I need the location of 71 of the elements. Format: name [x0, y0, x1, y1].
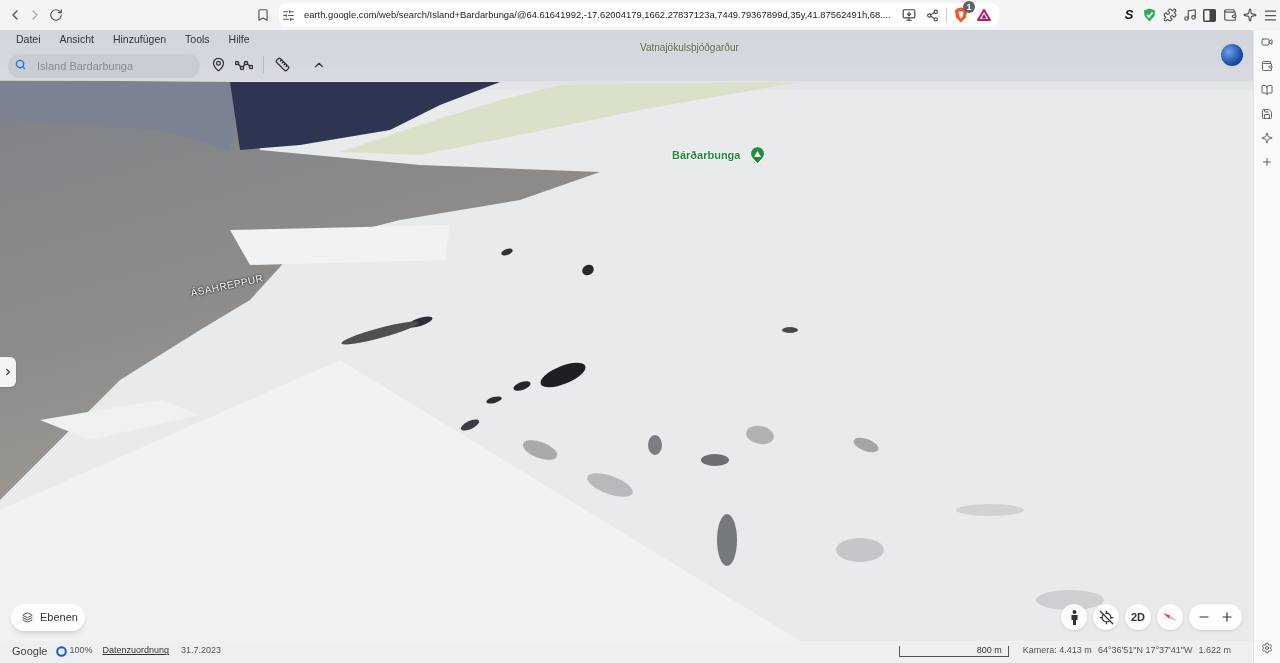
locate-off-icon	[1098, 609, 1114, 625]
share-icon[interactable]	[926, 8, 939, 22]
ice-hollow	[746, 425, 774, 445]
rock-outcrop	[582, 264, 594, 276]
search-field[interactable]: Island Bardarbunga	[8, 53, 200, 78]
sparkle-icon[interactable]	[1243, 8, 1257, 22]
menu-item[interactable]: Tools	[185, 33, 210, 45]
rock-outcrop	[513, 381, 531, 391]
elevation: 1.622 m	[1198, 644, 1231, 658]
path-icon[interactable]	[235, 58, 253, 71]
menu-item[interactable]: Hilfe	[228, 33, 250, 45]
triangle-logo-icon[interactable]	[977, 9, 991, 21]
placemark-icon[interactable]	[211, 57, 226, 72]
zoom-in-icon[interactable]	[1220, 610, 1235, 624]
add-icon[interactable]	[1261, 156, 1273, 168]
ice-hollow	[956, 504, 1024, 516]
layers-icon	[22, 612, 33, 623]
sparkle-icon[interactable]	[1261, 132, 1273, 144]
ice-hollow	[648, 435, 662, 455]
sidebar-icon[interactable]	[1203, 8, 1216, 22]
ice-hollow	[701, 454, 729, 466]
rock-outcrop	[782, 327, 798, 333]
google-logo: Google	[12, 643, 48, 659]
layers-button[interactable]: Ebenen	[11, 604, 85, 631]
video-camera-icon[interactable]	[1261, 36, 1273, 48]
person-icon	[1069, 609, 1079, 625]
ice-hollow	[717, 514, 737, 566]
rock-outcrop	[460, 419, 480, 431]
chevron-right-icon	[3, 367, 13, 377]
ice-hollow	[1036, 590, 1104, 610]
ice-hollow	[587, 473, 633, 497]
rock-outcrop	[540, 362, 586, 388]
book-icon[interactable]	[1261, 84, 1273, 96]
compass-needle-icon	[1163, 612, 1177, 622]
park-label: Vatnajökulsþjóðgarður	[640, 41, 739, 55]
shield-check-icon[interactable]	[1143, 8, 1156, 22]
menu-item[interactable]: Ansicht	[59, 33, 94, 45]
reload-icon[interactable]	[49, 8, 63, 22]
ice-hollow	[853, 437, 879, 453]
ruler-icon[interactable]	[275, 57, 290, 72]
shields-count-badge: 1	[963, 1, 975, 13]
mountain-pin-icon[interactable]	[750, 146, 766, 164]
site-settings-icon[interactable]	[282, 8, 295, 22]
extensions-icon[interactable]	[1163, 8, 1177, 22]
loading-ring-icon	[56, 645, 68, 657]
settings-icon[interactable]	[1261, 642, 1273, 654]
rock-outcrop	[501, 248, 513, 256]
bookmark-icon[interactable]	[256, 8, 270, 22]
wallet-icon[interactable]	[1261, 60, 1273, 72]
url-text[interactable]: earth.google.com/web/search/Island+Bardarbunga/@64.61641992,-17.62004179,1662.27837123a,7449.79367899d,35y,41.87562491h,68....	[304, 7, 891, 23]
install-app-icon[interactable]	[902, 8, 916, 22]
ice-hollow	[522, 440, 558, 460]
imagery-date: 31.7.2023	[181, 644, 222, 658]
expand-panel-tab[interactable]	[0, 357, 16, 387]
rock-outcrop	[486, 396, 502, 404]
loading-percent: 100%	[69, 644, 93, 658]
menu-item[interactable]: Hinzufügen	[112, 33, 167, 45]
camera-altitude: Kamera: 4.413 m	[1022, 644, 1092, 658]
lion-shield-icon[interactable]	[954, 7, 968, 23]
menu-item[interactable]: Datei	[16, 33, 41, 45]
ice-hollow	[836, 538, 884, 562]
attribution-link[interactable]: Datenzuordnung	[102, 644, 170, 658]
menu-icon[interactable]	[1263, 7, 1278, 23]
search-icon	[15, 59, 26, 70]
peak-label[interactable]: Bárðarbunga	[672, 146, 741, 164]
scale-bar: 800 m	[898, 645, 1009, 657]
coordinates: 64°36'51"N 17°37'41"W	[1097, 644, 1193, 658]
wallet-icon[interactable]	[1223, 8, 1237, 22]
extension-letter-button[interactable]: S	[1123, 5, 1135, 25]
music-note-icon[interactable]	[1183, 8, 1197, 22]
address-bar[interactable]: earth.google.com/web/search/Island+Bardarbunga/@64.61641992,-17.62004179,1662.27837123a,7449.79367899d,35y,41.87562491h,68.... 1	[279, 3, 999, 27]
